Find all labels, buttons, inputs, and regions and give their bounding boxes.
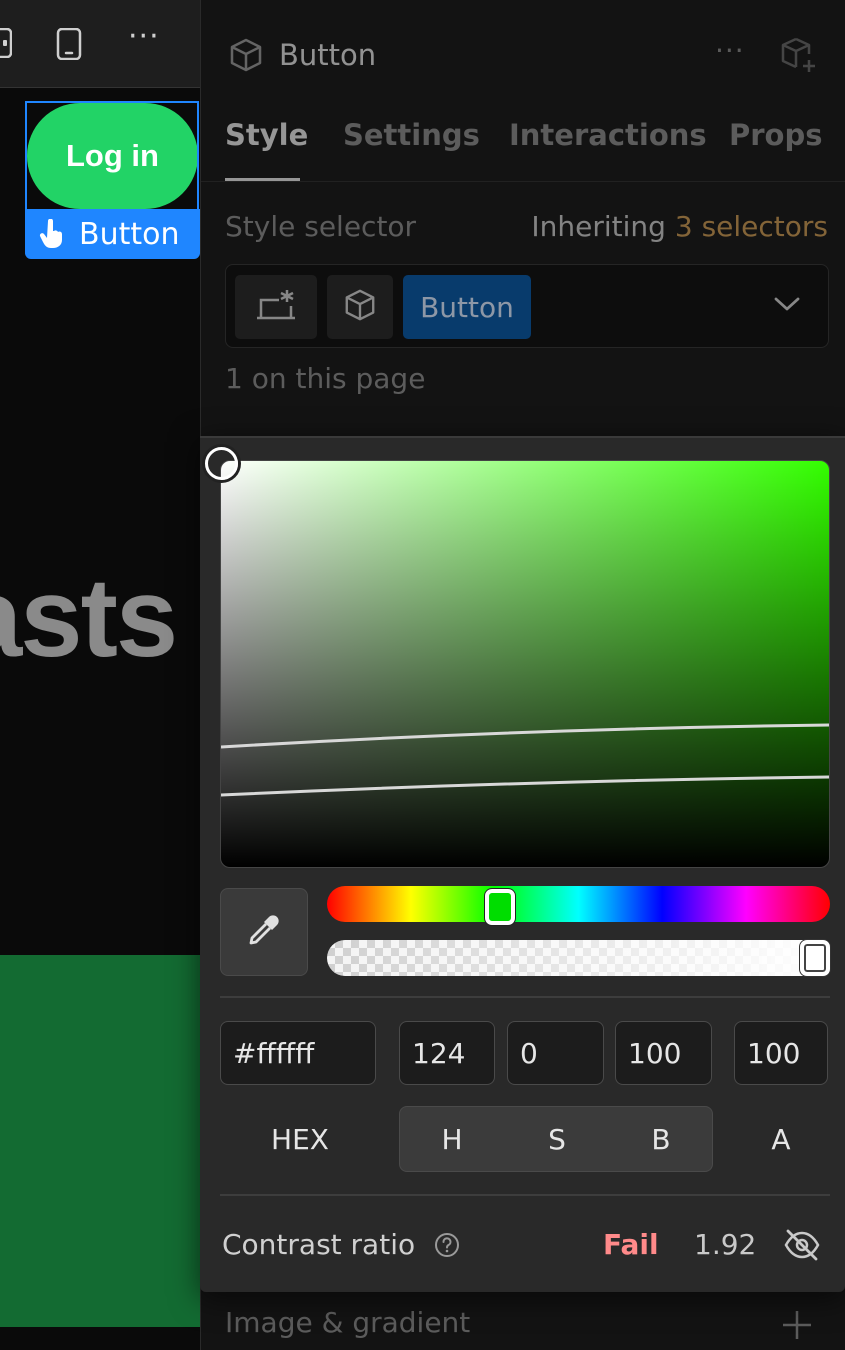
help-icon[interactable] xyxy=(434,1232,460,1262)
global-selector-icon xyxy=(253,288,299,326)
hex-input[interactable]: #ffffff xyxy=(220,1021,376,1085)
tab-interactions[interactable]: Interactions xyxy=(509,118,707,152)
contrast-ratio-value: 1.92 xyxy=(694,1228,757,1261)
alpha-slider-thumb[interactable] xyxy=(800,940,830,976)
mode-s-button[interactable]: S xyxy=(505,1106,609,1172)
tab-props[interactable]: Props xyxy=(729,118,823,152)
inheriting-count[interactable]: 3 selectors xyxy=(675,210,828,243)
page-heading-fragment: asts xyxy=(0,555,178,680)
mode-h-button[interactable]: H xyxy=(399,1106,505,1172)
panel-title: Button xyxy=(279,38,377,72)
mode-hex-button[interactable]: HEX xyxy=(240,1106,360,1172)
hue-slider-thumb[interactable] xyxy=(485,889,515,925)
saturation-brightness-area[interactable] xyxy=(220,460,830,868)
eyedropper-button[interactable] xyxy=(220,888,308,976)
device-phone-icon[interactable] xyxy=(56,27,82,64)
mode-a-button[interactable]: A xyxy=(734,1106,828,1172)
color-thumb[interactable] xyxy=(205,447,238,480)
hue-slider[interactable] xyxy=(327,886,830,922)
inheriting-info[interactable]: Inheriting 3 selectors xyxy=(531,210,828,243)
eye-off-icon[interactable] xyxy=(783,1228,821,1266)
component-chip[interactable] xyxy=(327,275,393,339)
designer-canvas[interactable]: ··· asts Log in Button xyxy=(0,0,200,1350)
eyedropper-icon xyxy=(247,913,281,951)
canvas-toolbar: ··· xyxy=(0,0,200,88)
color-mode-row: HEX H S B A xyxy=(200,1106,845,1172)
tab-style[interactable]: Style xyxy=(225,118,308,152)
brightness-input[interactable]: 100 xyxy=(615,1021,712,1085)
hand-pointer-icon xyxy=(39,219,65,249)
inheriting-prefix: Inheriting xyxy=(531,210,666,243)
image-gradient-label: Image & gradient xyxy=(225,1306,471,1339)
selection-tag[interactable]: Button xyxy=(25,209,200,259)
selector-chip-button[interactable]: Button xyxy=(403,275,531,339)
selection-outline xyxy=(25,101,199,211)
tab-settings[interactable]: Settings xyxy=(343,118,480,152)
alpha-gradient xyxy=(327,940,830,976)
divider xyxy=(220,996,830,998)
more-icon[interactable]: ··· xyxy=(128,22,160,52)
alpha-input[interactable]: 100 xyxy=(734,1021,828,1085)
contrast-status-badge: Fail xyxy=(603,1228,659,1261)
hue-input[interactable]: 124 xyxy=(399,1021,495,1085)
panel-tabs: Style Settings Interactions Props xyxy=(201,110,845,182)
more-icon[interactable]: ··· xyxy=(715,34,745,67)
divider xyxy=(220,1194,830,1196)
mode-b-button[interactable]: B xyxy=(609,1106,713,1172)
add-component-icon[interactable] xyxy=(779,36,819,80)
color-picker-popover: #ffffff 124 0 100 100 HEX H S B A Contra… xyxy=(200,436,845,1292)
cube-icon xyxy=(228,37,264,77)
device-tablet-icon[interactable] xyxy=(0,27,13,62)
global-selector-chip[interactable] xyxy=(235,275,317,339)
green-section xyxy=(0,955,200,1327)
chevron-down-icon[interactable] xyxy=(774,295,800,317)
panel-header: Button ··· xyxy=(201,0,845,110)
style-selector-label: Style selector xyxy=(225,210,417,243)
plus-icon[interactable] xyxy=(781,1308,813,1348)
active-tab-indicator xyxy=(225,178,300,181)
style-selector-field[interactable]: Button xyxy=(225,264,829,348)
cube-icon xyxy=(343,288,377,326)
contrast-threshold-lines xyxy=(221,723,829,797)
contrast-ratio-label: Contrast ratio xyxy=(222,1228,416,1261)
alpha-slider[interactable] xyxy=(327,940,830,976)
selection-tag-label: Button xyxy=(79,216,180,252)
saturation-input[interactable]: 0 xyxy=(507,1021,604,1085)
on-page-count: 1 on this page xyxy=(225,362,426,395)
